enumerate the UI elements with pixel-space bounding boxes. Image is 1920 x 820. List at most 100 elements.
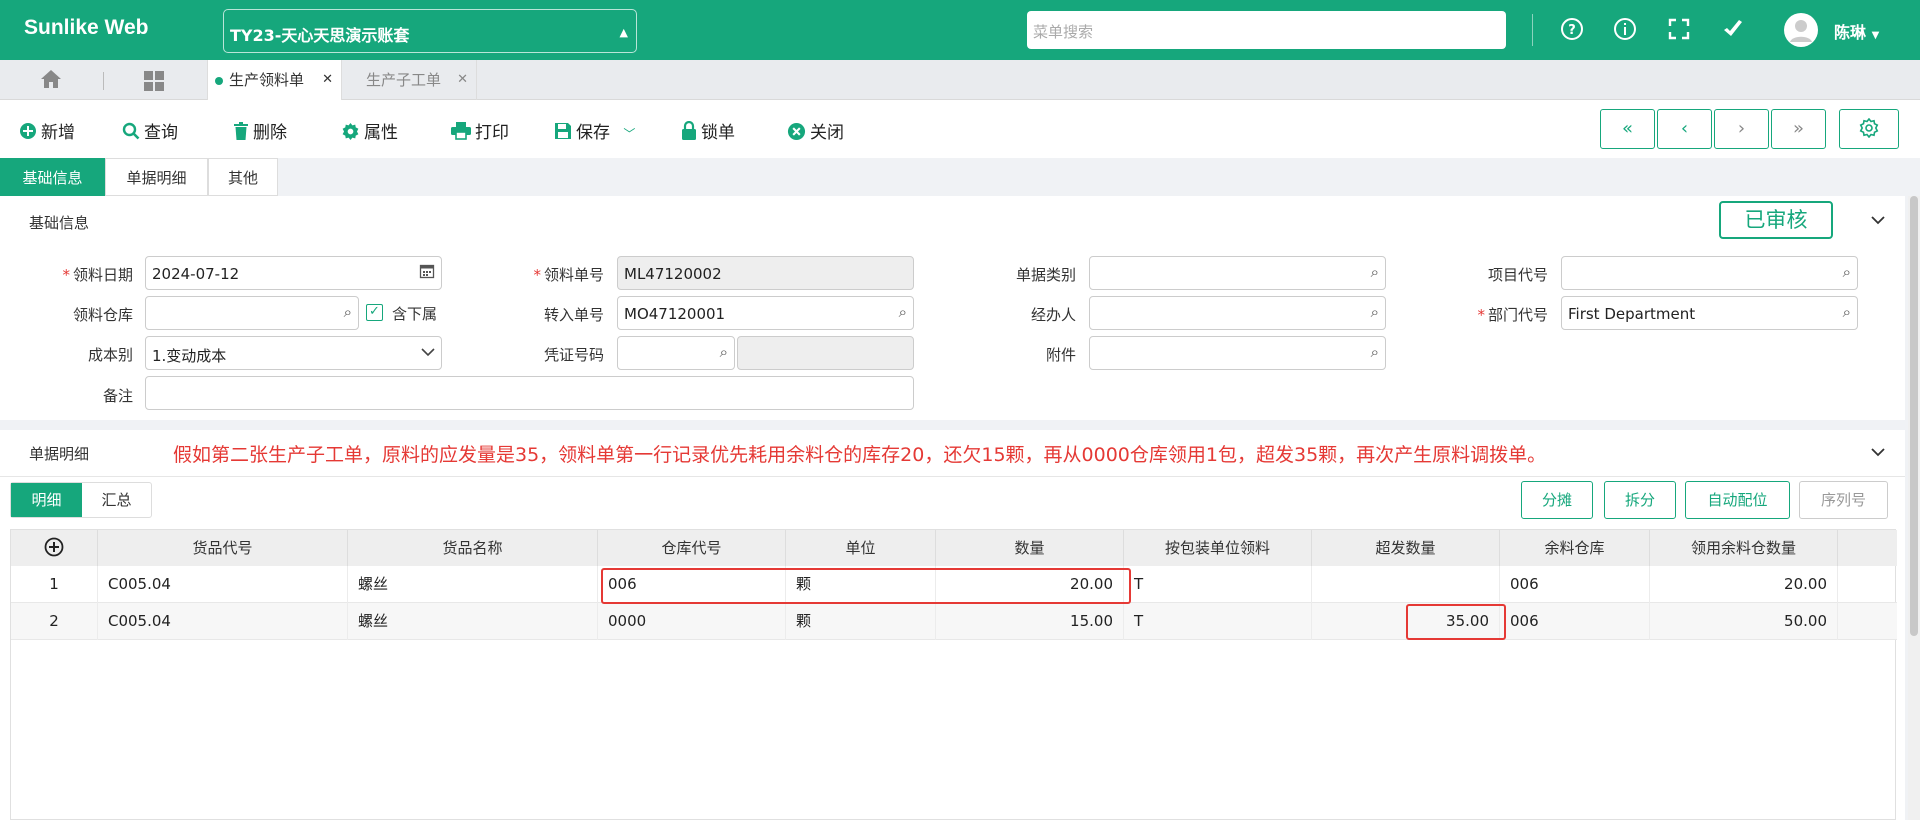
close-tab-icon[interactable]: ✕ [457,60,468,100]
collapse-chevron-icon[interactable] [1870,442,1886,461]
print-button[interactable]: 打印 [451,118,509,143]
doc-type-field[interactable]: ⌕ [1089,256,1386,290]
last-record-button[interactable]: » [1771,109,1826,149]
search-icon[interactable]: ⌕ [344,303,352,321]
remnant-qty-cell[interactable]: 20.00 [1650,566,1838,603]
search-icon[interactable]: ⌕ [899,303,907,321]
prev-record-button[interactable]: ‹ [1657,109,1712,149]
tab-production-suborder[interactable]: 生产子工单 ✕ [343,60,477,100]
search-icon[interactable]: ⌕ [1371,343,1379,361]
warehouse-cell[interactable]: 006 [598,566,786,603]
new-button[interactable]: 新增 [19,118,75,143]
tab-detail-list[interactable]: 明细 [11,483,82,517]
apps-grid-icon[interactable] [143,70,165,92]
project-label: 项目代号 [1487,266,1548,284]
skin-brush-icon[interactable] [1718,14,1748,44]
voucher-field[interactable]: ⌕ [617,336,735,370]
help-icon[interactable]: ? [1557,14,1587,44]
table-row[interactable]: 2 C005.04 螺丝 0000 颗 15.00 T 35.00 006 50… [11,603,1897,640]
user-menu[interactable]: 陈琳 ▼ [1834,19,1879,43]
menu-search-input[interactable]: 菜单搜索 [1027,11,1506,49]
row-number: 1 [11,566,98,603]
user-avatar-icon[interactable] [1784,13,1818,47]
tab-summary[interactable]: 汇总 [82,483,151,517]
detail-grid: 货品代号 货品名称 仓库代号 单位 数量 按包装单位领料 超发数量 余料仓库 领… [10,529,1897,820]
date-field[interactable]: 2024-07-12 [145,256,442,290]
close-button[interactable]: 关闭 [787,118,844,143]
warehouse-cell[interactable]: 0000 [598,603,786,640]
project-field[interactable]: ⌕ [1561,256,1858,290]
over-qty-cell[interactable] [1312,566,1500,603]
split-button[interactable]: 拆分 [1604,481,1676,519]
scrollbar-thumb[interactable] [1910,196,1918,636]
unit-cell[interactable]: 颗 [786,566,936,603]
remnant-warehouse-cell[interactable]: 006 [1500,603,1650,640]
quantity-cell[interactable]: 20.00 [936,566,1124,603]
search-icon[interactable]: ⌕ [1371,263,1379,281]
col-header[interactable]: 领用余料仓数量 [1650,530,1838,566]
query-label: 查询 [144,123,178,143]
detail-sub-tabs: 明细 汇总 [10,482,152,518]
quantity-cell[interactable]: 15.00 [936,603,1124,640]
next-record-button[interactable]: › [1714,109,1769,149]
query-button[interactable]: 查询 [122,118,178,143]
tab-detail[interactable]: 单据明细 [105,158,208,196]
auto-assign-button[interactable]: 自动配位 [1685,481,1790,519]
remnant-qty-cell[interactable]: 50.00 [1650,603,1838,640]
lock-button[interactable]: 锁单 [681,118,735,143]
search-icon[interactable]: ⌕ [1843,303,1851,321]
item-name-cell[interactable]: 螺丝 [348,566,598,603]
info-icon[interactable] [1610,14,1640,44]
first-record-button[interactable]: « [1600,109,1655,149]
settings-button[interactable] [1839,109,1899,149]
col-header[interactable]: 仓库代号 [598,530,786,566]
remnant-warehouse-cell[interactable]: 006 [1500,566,1650,603]
search-icon[interactable]: ⌕ [720,343,728,361]
properties-button[interactable]: 属性 [341,118,398,143]
transfer-no-label: 转入单号 [543,306,604,324]
table-row[interactable]: 1 C005.04 螺丝 006 颗 20.00 T 006 20.00 [11,566,1897,603]
col-header[interactable]: 货品名称 [348,530,598,566]
col-header[interactable]: 超发数量 [1312,530,1500,566]
tab-production-requisition[interactable]: 生产领料单 ✕ [207,60,342,100]
add-row-icon[interactable] [11,530,98,566]
item-code-cell[interactable]: C005.04 [98,603,348,640]
vertical-scrollbar[interactable] [1908,196,1920,820]
dept-field[interactable]: First Department ⌕ [1561,296,1858,330]
col-header[interactable]: 货品代号 [98,530,348,566]
account-selector[interactable]: TY23-天心天思演示账套 ▲ [223,9,637,53]
cost-select[interactable]: 1.变动成本 [145,336,442,370]
save-label: 保存 [576,123,610,143]
tab-other[interactable]: 其他 [208,158,278,196]
item-code-cell[interactable]: C005.04 [98,566,348,603]
serial-no-button[interactable]: 序列号 [1799,481,1888,519]
item-name-cell[interactable]: 螺丝 [348,603,598,640]
save-button[interactable]: 保存 ﹀ [554,118,635,143]
col-header[interactable]: 单位 [786,530,936,566]
delete-button[interactable]: 删除 [233,118,287,143]
unit-cell[interactable]: 颗 [786,603,936,640]
handler-field[interactable]: ⌕ [1089,296,1386,330]
search-icon[interactable]: ⌕ [1843,263,1851,281]
chevron-down-icon[interactable]: ﹀ [623,127,635,141]
calendar-icon[interactable] [419,263,435,283]
include-sub-checkbox[interactable]: ✓ [366,304,383,321]
collapse-chevron-icon[interactable] [1870,210,1886,229]
transfer-no-field[interactable]: MO47120001 ⌕ [617,296,914,330]
fullscreen-icon[interactable] [1664,14,1694,44]
search-icon[interactable]: ⌕ [1371,303,1379,321]
pack-unit-cell[interactable]: T [1124,603,1312,640]
gear-icon [341,122,360,143]
close-tab-icon[interactable]: ✕ [322,60,333,100]
allocate-button[interactable]: 分摊 [1521,481,1593,519]
warehouse-field[interactable]: ⌕ [145,296,359,330]
col-header[interactable]: 数量 [936,530,1124,566]
home-icon[interactable] [40,69,64,91]
attachment-field[interactable]: ⌕ [1089,336,1386,370]
col-header[interactable]: 余料仓库 [1500,530,1650,566]
col-header[interactable]: 按包装单位领料 [1124,530,1312,566]
tab-basic-info[interactable]: 基础信息 [0,158,105,196]
over-qty-cell[interactable]: 35.00 [1312,603,1500,640]
remark-field[interactable] [145,376,914,410]
pack-unit-cell[interactable]: T [1124,566,1312,603]
